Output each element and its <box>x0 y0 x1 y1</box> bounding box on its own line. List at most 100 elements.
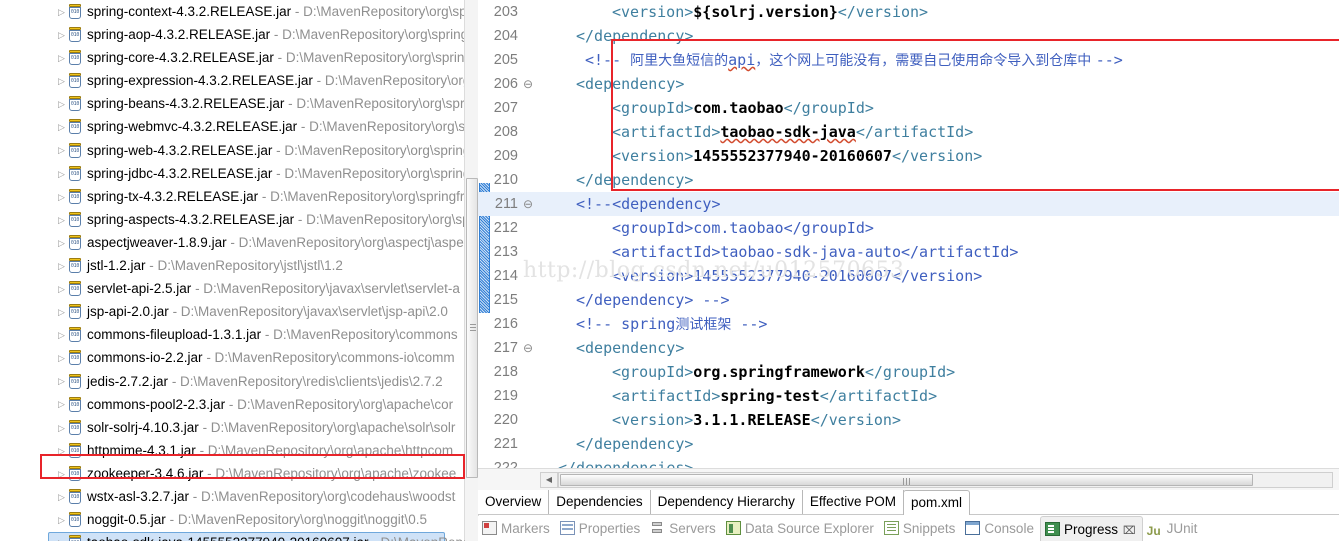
code-line[interactable]: 217 ⊖ <dependency> <box>478 336 1339 360</box>
tree-item[interactable]: ▷ spring-beans-4.3.2.RELEASE.jar - D:\Mav… <box>0 92 465 115</box>
tree-item[interactable]: ▷ commons-io-2.2.jar - D:\MavenRepository… <box>0 346 465 369</box>
expand-arrow-icon[interactable]: ▷ <box>55 324 68 346</box>
expand-arrow-icon[interactable]: ▷ <box>55 440 68 462</box>
code-line[interactable]: 205 <!-- 阿里大鱼短信的api，这个网上可能没有，需要自己使用命令导入到仓… <box>478 48 1339 72</box>
scroll-left-arrow-icon[interactable]: ◀ <box>540 472 558 488</box>
code-lines[interactable]: 203 <version>${solrj.version}</version> 20… <box>478 0 1339 468</box>
expand-arrow-icon[interactable]: ▷ <box>55 463 68 485</box>
view-tab-markers[interactable]: Markers <box>478 516 556 541</box>
tree-item[interactable]: ▷ spring-context-4.3.2.RELEASE.jar - D:\M… <box>0 0 465 23</box>
code-line[interactable]: 207 <groupId>com.taobao</groupId> <box>478 96 1339 120</box>
view-tab-progress[interactable]: Progress ⌧ <box>1039 516 1143 541</box>
code-line[interactable]: 218 <groupId>org.springframework</groupId… <box>478 360 1339 384</box>
expand-arrow-icon[interactable]: ▷ <box>55 70 68 92</box>
tree-item[interactable]: ▷ zookeeper-3.4.6.jar - D:\MavenRepositor… <box>0 462 465 485</box>
horizontal-scroll-track[interactable] <box>558 472 1333 488</box>
expand-arrow-icon[interactable]: ▷ <box>55 24 68 46</box>
expand-arrow-icon[interactable]: ▷ <box>55 486 68 508</box>
editor-page-tabs[interactable]: Overview Dependencies Dependency Hierarchy… <box>478 490 1339 515</box>
code-line[interactable]: 222 </dependencies> <box>478 456 1339 468</box>
tree-item-selected[interactable]: ▷ taobao-sdk-java-1455552377940-20160607.… <box>0 531 465 541</box>
editor-tab-overview[interactable]: Overview <box>478 490 550 514</box>
code-line[interactable]: 221 </dependency> <box>478 432 1339 456</box>
package-explorer[interactable]: ▷ spring-context-4.3.2.RELEASE.jar - D:\M… <box>0 0 478 541</box>
expand-arrow-icon[interactable]: ▷ <box>55 1 68 23</box>
fold-toggle-icon[interactable]: ⊖ <box>522 72 534 96</box>
expand-arrow-icon[interactable]: ▷ <box>55 116 68 138</box>
tree-item[interactable]: ▷ wstx-asl-3.2.7.jar - D:\MavenRepository… <box>0 485 465 508</box>
tree-item[interactable]: ▷ spring-jdbc-4.3.2.RELEASE.jar - D:\Mave… <box>0 162 465 185</box>
tree-item[interactable]: ▷ spring-web-4.3.2.RELEASE.jar - D:\Maven… <box>0 139 465 162</box>
tree-item[interactable]: ▷ spring-aspects-4.3.2.RELEASE.jar - D:\M… <box>0 208 465 231</box>
expand-arrow-icon[interactable]: ▷ <box>55 139 68 161</box>
tree-item[interactable]: ▷ jedis-2.7.2.jar - D:\MavenRepository\re… <box>0 370 465 393</box>
view-tab-data-source-explorer[interactable]: Data Source Explorer <box>722 516 880 541</box>
editor-horizontal-scrollbar[interactable]: ◀ <box>478 468 1339 490</box>
editor-tab-dependency-hierarchy[interactable]: Dependency Hierarchy <box>651 490 803 514</box>
expand-arrow-icon[interactable]: ▷ <box>55 186 68 208</box>
editor-tab-dependencies[interactable]: Dependencies <box>549 490 651 514</box>
view-tab-properties[interactable]: Properties <box>556 516 647 541</box>
tree-item[interactable]: ▷ jsp-api-2.0.jar - D:\MavenRepository\ja… <box>0 300 465 323</box>
close-icon[interactable]: ⌧ <box>1123 519 1136 541</box>
tree-item[interactable]: ▷ aspectjweaver-1.8.9.jar - D:\MavenRepos… <box>0 231 465 254</box>
code-line[interactable]: 215 </dependency> --> <box>478 288 1339 312</box>
code-line[interactable]: 216 <!-- spring测试框架 --> <box>478 312 1339 336</box>
expand-arrow-icon[interactable]: ▷ <box>55 209 68 231</box>
tree-item[interactable]: ▷ commons-fileupload-1.3.1.jar - D:\Maven… <box>0 323 465 346</box>
expand-arrow-icon[interactable]: ▷ <box>55 393 68 415</box>
code-line[interactable]: 211 ⊖ <!--<dependency> <box>478 192 1339 216</box>
fold-toggle-icon[interactable]: ⊖ <box>522 336 534 360</box>
code-line[interactable]: 204 </dependency> <box>478 24 1339 48</box>
tree-item[interactable]: ▷ spring-webmvc-4.3.2.RELEASE.jar - D:\Ma… <box>0 115 465 138</box>
view-tab-snippets[interactable]: Snippets <box>880 516 962 541</box>
code-line[interactable]: 220 <version>3.1.1.RELEASE</version> <box>478 408 1339 432</box>
expand-arrow-icon[interactable]: ▷ <box>55 163 68 185</box>
expand-arrow-icon[interactable]: ▷ <box>55 347 68 369</box>
code-line[interactable]: 213 <artifactId>taobao-sdk-java-auto</art… <box>478 240 1339 264</box>
horizontal-scroll-thumb[interactable] <box>560 474 1253 486</box>
view-tab-servers[interactable]: Servers <box>646 516 722 541</box>
code-area[interactable]: 203 <version>${solrj.version}</version> 20… <box>478 0 1339 468</box>
code-line[interactable]: 203 <version>${solrj.version}</version> <box>478 0 1339 24</box>
tree-item[interactable]: ▷ servlet-api-2.5.jar - D:\MavenRepositor… <box>0 277 465 300</box>
pom-editor[interactable]: 203 <version>${solrj.version}</version> 20… <box>478 0 1339 541</box>
expand-arrow-icon[interactable]: ▷ <box>55 532 68 541</box>
editor-tab-effective-pom[interactable]: Effective POM <box>803 490 904 514</box>
bottom-view-tabs[interactable]: Markers Properties Servers Data Source Expl… <box>478 516 1339 541</box>
expand-arrow-icon[interactable]: ▷ <box>55 417 68 439</box>
explorer-vertical-scrollbar[interactable] <box>464 0 478 541</box>
editor-tab-pom-xml[interactable]: pom.xml <box>902 490 970 515</box>
code-line[interactable]: 206 ⊖ <dependency> <box>478 72 1339 96</box>
expand-arrow-icon[interactable]: ▷ <box>55 509 68 531</box>
expand-arrow-icon[interactable]: ▷ <box>55 301 68 323</box>
expand-arrow-icon[interactable]: ▷ <box>55 47 68 69</box>
tree-item[interactable]: ▷ solr-solrj-4.10.3.jar - D:\MavenReposit… <box>0 416 465 439</box>
fold-toggle-icon[interactable]: ⊖ <box>522 192 534 216</box>
tree-item[interactable]: ▷ spring-expression-4.3.2.RELEASE.jar - D… <box>0 69 465 92</box>
expand-arrow-icon[interactable]: ▷ <box>55 93 68 115</box>
tree-item[interactable]: ▷ spring-tx-4.3.2.RELEASE.jar - D:\MavenR… <box>0 185 465 208</box>
tree-item[interactable]: ▷ jstl-1.2.jar - D:\MavenRepository\jstl\… <box>0 254 465 277</box>
tree-item[interactable]: ▷ spring-aop-4.3.2.RELEASE.jar - D:\Maven… <box>0 23 465 46</box>
tree-item-path: - D:\MavenRepository\org\aspectj\aspe <box>230 234 464 250</box>
line-number: 207 <box>493 100 518 116</box>
view-tab-junit[interactable]: Ju JUnit <box>1143 516 1204 541</box>
tree-item[interactable]: ▷ commons-pool2-2.3.jar - D:\MavenReposit… <box>0 393 465 416</box>
code-line[interactable]: 209 <version>1455552377940-20160607</vers… <box>478 144 1339 168</box>
view-tab-console[interactable]: Console <box>961 516 1040 541</box>
tree-item[interactable]: ▷ noggit-0.5.jar - D:\MavenRepository\org… <box>0 508 465 531</box>
expand-arrow-icon[interactable]: ▷ <box>55 278 68 300</box>
code-line[interactable]: 219 <artifactId>spring-test</artifactId> <box>478 384 1339 408</box>
project-tree[interactable]: ▷ spring-context-4.3.2.RELEASE.jar - D:\M… <box>0 0 465 541</box>
expand-arrow-icon[interactable]: ▷ <box>55 255 68 277</box>
code-line[interactable]: 214 <version>1455552377940-20160607</vers… <box>478 264 1339 288</box>
expand-arrow-icon[interactable]: ▷ <box>55 370 68 392</box>
code-line[interactable]: 208 <artifactId>taobao-sdk-java</artifact… <box>478 120 1339 144</box>
code-line[interactable]: 212 <groupId>com.taobao</groupId> <box>478 216 1339 240</box>
tree-item[interactable]: ▷ httpmime-4.3.1.jar - D:\MavenRepository… <box>0 439 465 462</box>
expand-arrow-icon[interactable]: ▷ <box>55 232 68 254</box>
explorer-scrollbar-thumb[interactable] <box>466 178 478 478</box>
code-line[interactable]: 210 </dependency> <box>478 168 1339 192</box>
tree-item[interactable]: ▷ spring-core-4.3.2.RELEASE.jar - D:\Mave… <box>0 46 465 69</box>
